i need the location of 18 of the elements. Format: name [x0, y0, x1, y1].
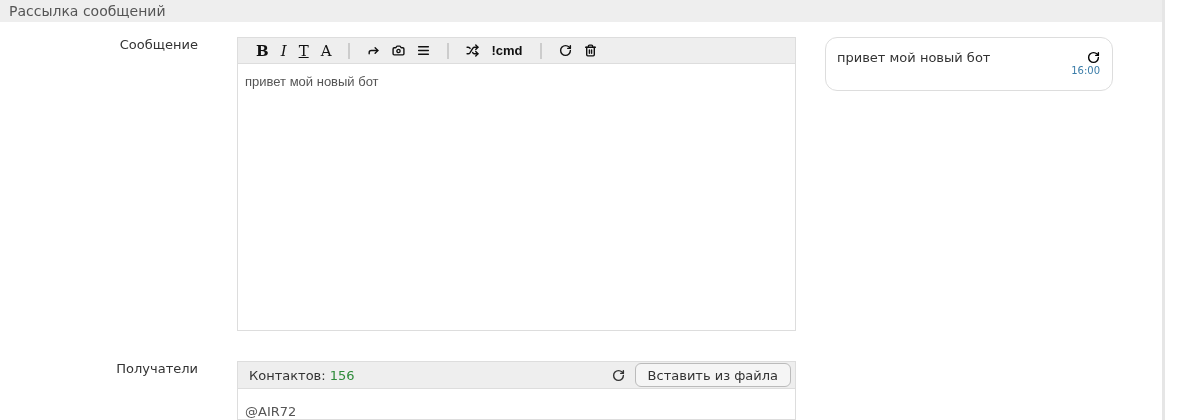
text-format-button[interactable]: T: [292, 40, 315, 61]
message-text: привет мой новый бот: [244, 73, 380, 91]
paste-from-file-button[interactable]: Вставить из файла: [634, 363, 791, 387]
recipients-field[interactable]: @AIR72: [237, 389, 796, 420]
command-button[interactable]: !cmd: [485, 40, 529, 61]
contacts-label: Контактов:: [249, 367, 326, 383]
contacts-count: 156: [329, 367, 355, 383]
refresh-icon[interactable]: [1087, 51, 1100, 64]
panel-title: Рассылка сообщений: [0, 0, 1162, 22]
field-label: Получатели: [115, 361, 198, 378]
message-editor[interactable]: B I T A !cmd привет мой новый бот: [237, 37, 796, 331]
message-time: 16:00: [1071, 65, 1100, 76]
refresh-icon[interactable]: [611, 368, 625, 382]
preview-text: привет мой новый бот: [837, 50, 991, 65]
bold-button[interactable]: B: [250, 40, 275, 61]
font-button[interactable]: A: [314, 40, 338, 61]
italic-button[interactable]: I: [274, 40, 293, 61]
field-label: Сообщение: [118, 37, 198, 54]
